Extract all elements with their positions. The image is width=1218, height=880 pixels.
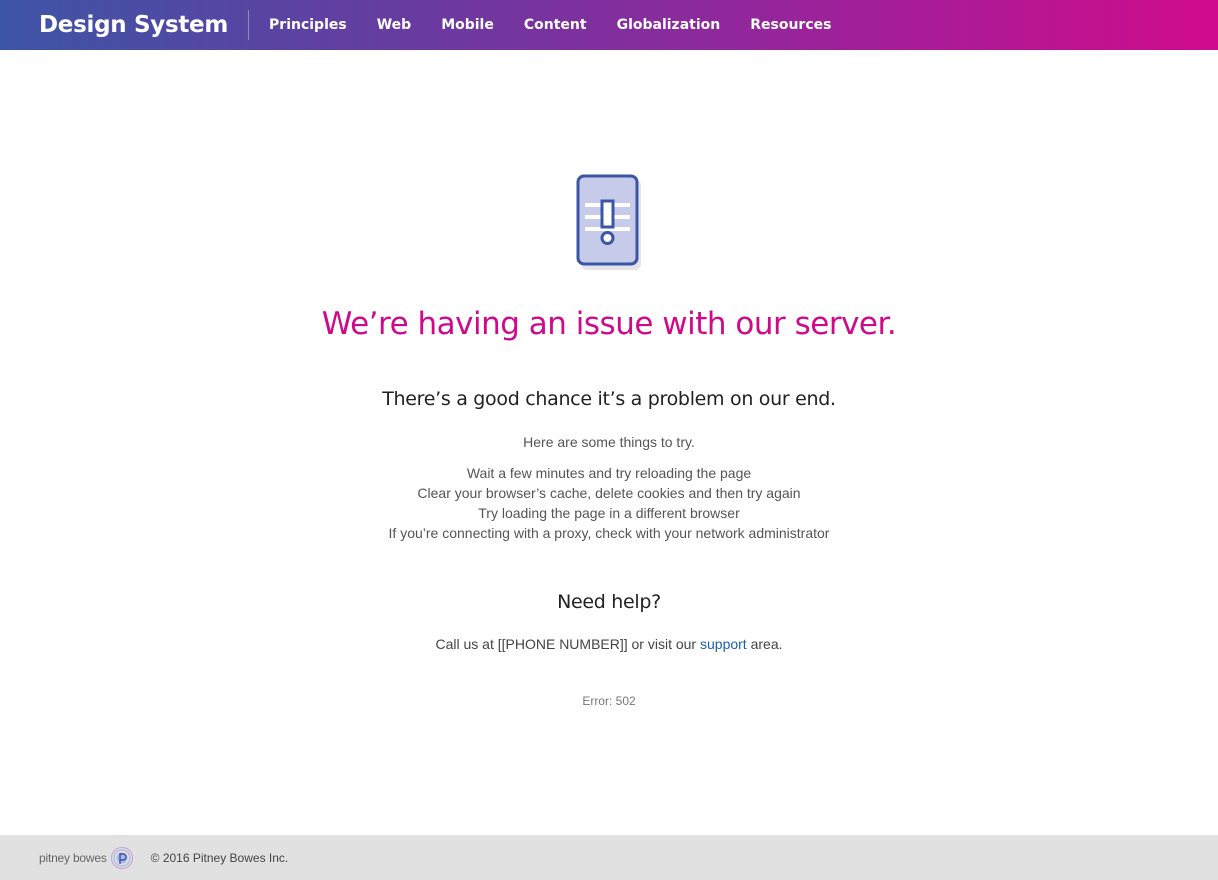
nav-link-mobile[interactable]: Mobile — [441, 17, 494, 33]
top-navigation: Design System Principles Web Mobile Cont… — [0, 0, 1218, 50]
help-text-prefix: Call us at [[PHONE NUMBER]] or visit our — [435, 636, 700, 652]
help-text: Call us at [[PHONE NUMBER]] or visit our… — [0, 636, 1218, 652]
pitney-bowes-logo[interactable]: pitney bowes — [39, 846, 134, 870]
nav-link-web[interactable]: Web — [377, 17, 411, 33]
tip-item: Try loading the page in a different brow… — [478, 505, 740, 521]
copyright-text: © 2016 Pitney Bowes Inc. — [150, 850, 289, 865]
nav-link-globalization[interactable]: Globalization — [617, 17, 721, 33]
tip-item: If you’re connecting with a proxy, check… — [388, 525, 830, 541]
help-text-suffix: area. — [746, 636, 783, 652]
nav-link-principles[interactable]: Principles — [269, 17, 347, 33]
nav-link-content[interactable]: Content — [524, 17, 587, 33]
tip-item: Wait a few minutes and try reloading the… — [466, 465, 752, 481]
error-content: We’re having an issue with our server. T… — [0, 50, 1218, 835]
nav-links: Principles Web Mobile Content Globalizat… — [269, 17, 861, 33]
nav-link-resources[interactable]: Resources — [750, 17, 831, 33]
brand-title[interactable]: Design System — [39, 10, 250, 40]
tip-item: Clear your browser’s cache, delete cooki… — [417, 485, 801, 501]
tips-list: Wait a few minutes and try reloading the… — [0, 463, 1218, 543]
tips-intro: Here are some things to try. — [523, 434, 695, 450]
help-heading: Need help? — [557, 591, 661, 613]
support-link[interactable]: support — [700, 636, 747, 652]
pitney-bowes-logo-icon — [110, 846, 133, 869]
logo-text: pitney bowes — [39, 850, 107, 865]
server-alert-icon — [576, 174, 641, 270]
error-subheading: There’s a good chance it’s a problem on … — [382, 388, 836, 410]
footer: pitney bowes © 2016 Pitney Bowes Inc. — [0, 835, 1218, 880]
error-code: Error: 502 — [582, 694, 636, 708]
error-headline: We’re having an issue with our server. — [321, 306, 897, 342]
